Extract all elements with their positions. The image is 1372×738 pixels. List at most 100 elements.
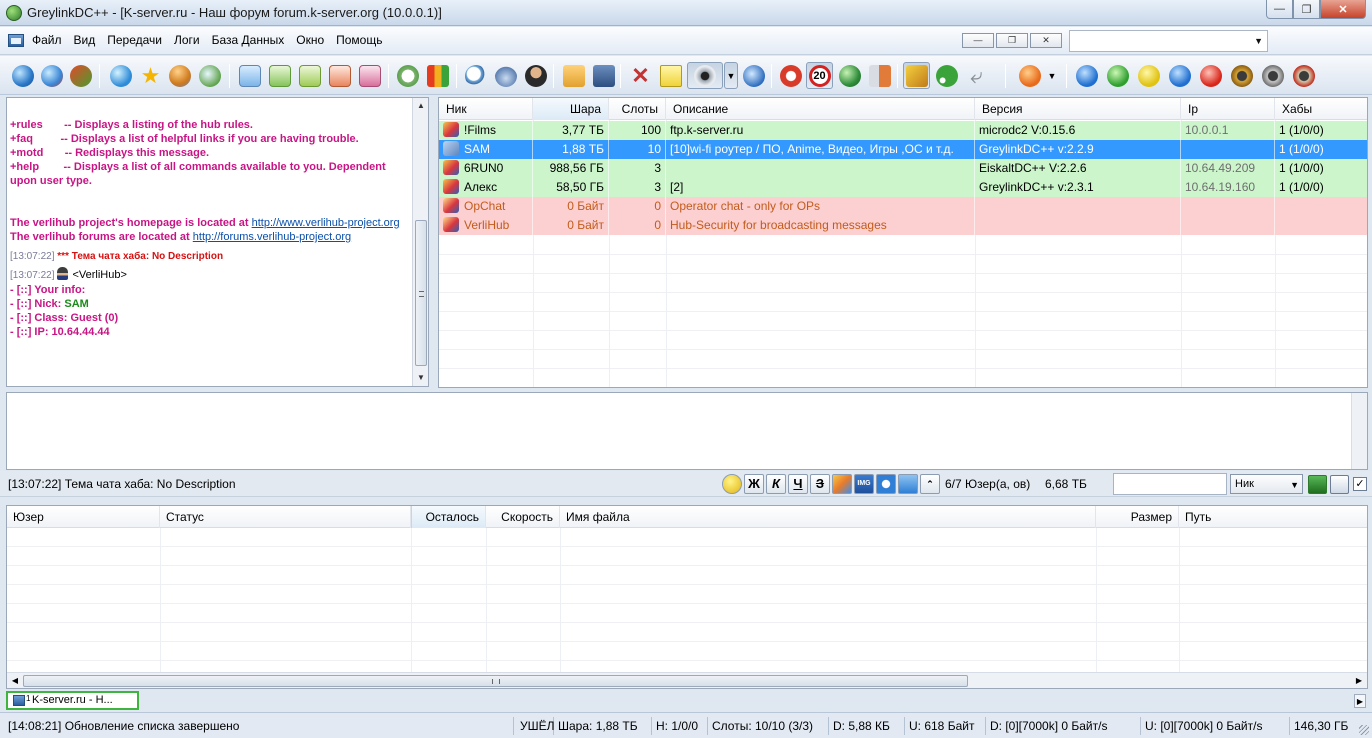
col-status[interactable]: Статус: [160, 506, 411, 528]
hub-tab[interactable]: 1 K-server.ru - Н...: [6, 691, 139, 710]
underline-button[interactable]: Ч: [788, 474, 808, 494]
chat-button[interactable]: [740, 62, 767, 89]
adl-search-button[interactable]: [492, 62, 519, 89]
col-user[interactable]: Юзер: [7, 506, 160, 528]
show-userlist-checkbox[interactable]: ✓: [1353, 477, 1367, 491]
rss-button[interactable]: [933, 62, 960, 89]
public-hubs-button[interactable]: [9, 62, 36, 89]
favorite-users-button[interactable]: [166, 62, 193, 89]
user-filter-input[interactable]: [1113, 473, 1227, 495]
chat-scrollbar[interactable]: ▲ ▼: [412, 98, 428, 386]
notepad-button[interactable]: [657, 62, 684, 89]
col-remaining[interactable]: Осталось: [411, 506, 486, 528]
sound-button[interactable]: [866, 62, 893, 89]
scroll-right-icon[interactable]: ▶: [1351, 673, 1367, 688]
back-button[interactable]: ⤶: [963, 62, 990, 89]
mdi-window-icon[interactable]: [8, 34, 24, 47]
quick-connect-combo[interactable]: ▼: [1069, 30, 1268, 52]
share-refresh-button[interactable]: [560, 62, 587, 89]
col-size[interactable]: Размер: [1096, 506, 1179, 528]
webcam-button[interactable]: [687, 62, 723, 89]
hscroll-thumb[interactable]: [23, 675, 968, 687]
minimize-button[interactable]: —: [1266, 0, 1293, 19]
search-spy-button[interactable]: [522, 62, 549, 89]
menu-item[interactable]: Передачи: [101, 33, 168, 47]
hub-chat[interactable]: +rules -- Displays a listing of the hub …: [6, 97, 429, 387]
search-button[interactable]: [462, 62, 489, 89]
finished-downloads-button[interactable]: [266, 62, 293, 89]
col-speed[interactable]: Скорость: [486, 506, 560, 528]
col-slots[interactable]: Слоты: [609, 98, 666, 120]
col-filename[interactable]: Имя файла: [560, 506, 1096, 528]
col-hubs[interactable]: Хабы: [1275, 98, 1367, 120]
theme-button[interactable]: [903, 62, 930, 89]
bold-button[interactable]: Ж: [744, 474, 764, 494]
user-row[interactable]: 6RUN0 988,56 ГБ 3 EiskaltDC++ V:2.2.6 10.64.…: [439, 159, 1367, 178]
scroll-thumb[interactable]: [415, 220, 427, 366]
menu-item[interactable]: База Данных: [206, 33, 291, 47]
user-list[interactable]: Ник Шара Слоты Описание Версия Ip Хабы !…: [438, 97, 1368, 388]
scroll-left-icon[interactable]: ◀: [7, 673, 23, 688]
mdi-restore-button[interactable]: ❐: [996, 33, 1028, 48]
scroll-up-icon[interactable]: ▲: [413, 98, 428, 114]
user-row[interactable]: VerliHub 0 Байт 0 Hub-Security for broadcas…: [439, 216, 1367, 235]
user-row[interactable]: SAM 1,88 ТБ 10 [10]wi-fi роутер / ПО, Anime…: [439, 140, 1367, 159]
upload-queue-button[interactable]: [356, 62, 383, 89]
refresh-icon[interactable]: [1330, 475, 1349, 494]
user-row[interactable]: !Films 3,77 ТБ 100 ftp.k-server.ru microdc2 …: [439, 121, 1367, 140]
menu-item[interactable]: Окно: [290, 33, 330, 47]
settings-button[interactable]: ✕: [627, 62, 654, 89]
tab-scroll-right-icon[interactable]: ▶: [1354, 694, 1366, 708]
menu-item[interactable]: Помощь: [330, 33, 388, 47]
away-button[interactable]: [777, 62, 804, 89]
network-button[interactable]: [107, 62, 134, 89]
col-nick[interactable]: Ник: [439, 98, 533, 120]
play-button[interactable]: [1104, 62, 1131, 89]
close-button[interactable]: ✕: [1320, 0, 1366, 19]
homepage-link[interactable]: http://www.verlihub-project.org: [252, 217, 400, 229]
mute-button[interactable]: [1290, 62, 1317, 89]
prev-track-button[interactable]: [1073, 62, 1100, 89]
player-logo-button[interactable]: [1016, 62, 1043, 89]
user-row[interactable]: Алекс 58,50 ГБ 3 [2] GreylinkDC++ v:2.3.1 10.…: [439, 178, 1367, 197]
follow-redirect-button[interactable]: [67, 62, 94, 89]
hub-stats-button[interactable]: [394, 62, 421, 89]
status-away[interactable]: УШЁЛ: [516, 717, 555, 735]
expand-button[interactable]: ⌃: [920, 474, 940, 494]
scroll-down-icon[interactable]: ▼: [413, 370, 428, 386]
menu-item[interactable]: Вид: [68, 33, 102, 47]
filter-column-select[interactable]: Ник ▼: [1230, 474, 1303, 494]
mdi-minimize-button[interactable]: —: [962, 33, 994, 48]
message-scrollbar[interactable]: [1351, 393, 1367, 469]
col-share[interactable]: Шара: [533, 98, 609, 120]
disconnect-button[interactable]: [836, 62, 863, 89]
italic-button[interactable]: К: [766, 474, 786, 494]
spellcheck-button[interactable]: [898, 474, 918, 494]
col-description[interactable]: Описание: [666, 98, 975, 120]
pause-button[interactable]: [1135, 62, 1162, 89]
transfer-hscrollbar[interactable]: ◀ ▶: [7, 672, 1367, 688]
waiting-users-button[interactable]: [296, 62, 323, 89]
chat-username[interactable]: <VerliHub>: [72, 269, 126, 281]
player-menu-button[interactable]: ▼: [1045, 62, 1059, 89]
forums-link[interactable]: http://forums.verlihub-project.org: [193, 231, 351, 243]
finished-uploads-button[interactable]: [326, 62, 353, 89]
strike-button[interactable]: З: [810, 474, 830, 494]
queue-button[interactable]: [236, 62, 263, 89]
resize-grip[interactable]: [1359, 725, 1369, 735]
volume-up-button[interactable]: [1259, 62, 1286, 89]
emoticons-button[interactable]: [722, 474, 742, 494]
favorite-hubs-button[interactable]: ★: [137, 62, 164, 89]
stop-button[interactable]: [1197, 62, 1224, 89]
image-button[interactable]: IMG: [854, 474, 874, 494]
limiter-button[interactable]: 20: [806, 62, 833, 89]
volume-down-button[interactable]: [1228, 62, 1255, 89]
webcam-menu-button[interactable]: ▼: [724, 62, 738, 89]
maximize-button[interactable]: ❐: [1293, 0, 1320, 19]
recents-button[interactable]: [196, 62, 223, 89]
export-icon[interactable]: [1308, 475, 1327, 494]
message-input[interactable]: [6, 392, 1368, 470]
user-row[interactable]: OpChat 0 Байт 0 Operator chat - only for OP…: [439, 197, 1367, 216]
open-filelist-button[interactable]: [590, 62, 617, 89]
col-path[interactable]: Путь: [1179, 506, 1367, 528]
